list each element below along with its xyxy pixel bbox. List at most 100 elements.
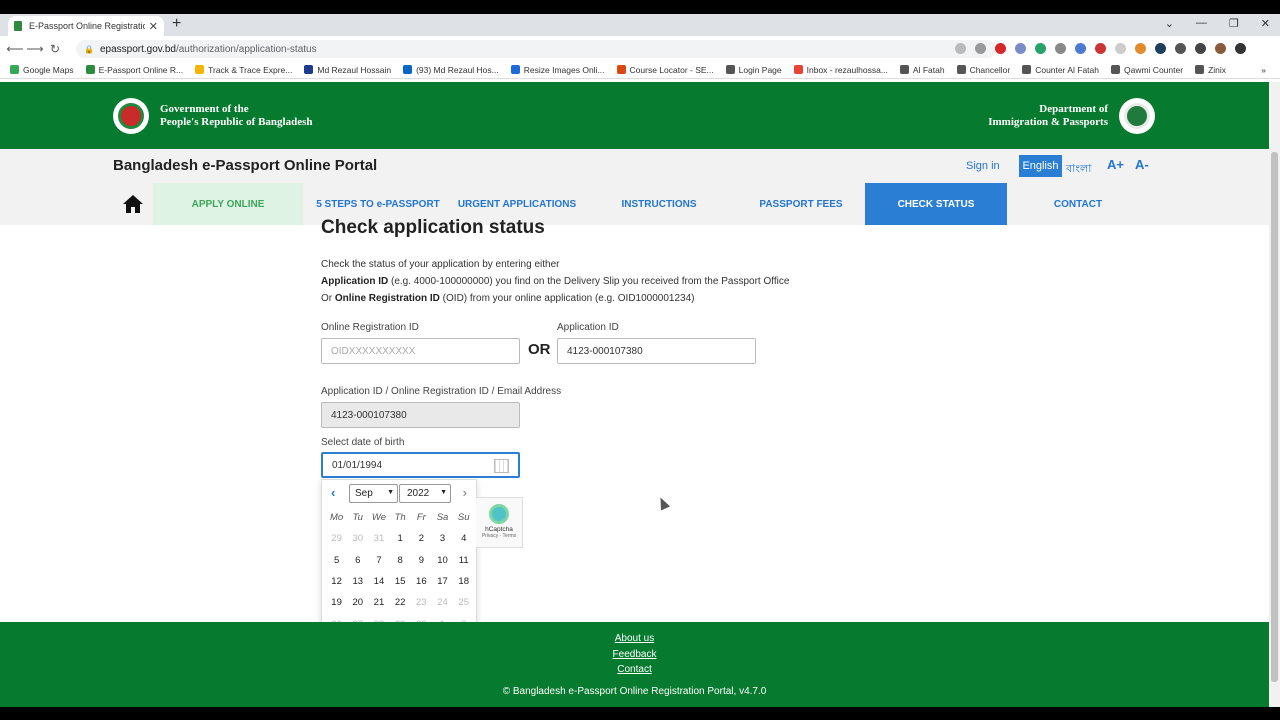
prev-month-icon[interactable]: ‹ [331,485,335,500]
chevron-down-icon: ▼ [387,489,394,496]
calendar-day[interactable]: 13 [347,571,368,592]
bookmark-item[interactable]: Course Locator - SE... [616,65,714,75]
close-window-icon[interactable]: ✕ [1261,17,1270,30]
bookmark-item[interactable]: Login Page [725,65,782,75]
calendar-day[interactable]: 6 [347,550,368,571]
bookmark-star-icon[interactable] [975,43,986,54]
footer-about-link[interactable]: About us [0,633,1269,644]
calendar-day[interactable]: 1 [390,528,411,549]
extensions-puzzle-icon[interactable] [1175,43,1186,54]
language-english-button[interactable]: English [1019,155,1062,177]
dob-input[interactable]: 01/01/1994 [321,452,520,478]
share-icon[interactable] [955,43,966,54]
application-id-label: Application ID [557,322,619,333]
next-month-icon[interactable]: › [463,485,467,500]
bookmark-item[interactable]: Counter Al Fatah [1022,65,1099,75]
site-favicon-icon [14,21,22,31]
sign-in-link[interactable]: Sign in [966,160,1000,172]
calendar-day[interactable]: 11 [453,550,474,571]
profile-avatar-icon[interactable] [1215,43,1226,54]
dob-value: 01/01/1994 [332,459,383,471]
calendar-day[interactable]: 5 [326,550,347,571]
menu-passport-fees[interactable]: PASSPORT FEES [737,183,865,225]
month-select[interactable]: Sep ▼ [349,484,398,503]
bookmark-item[interactable]: Google Maps [10,65,74,75]
extension-icon[interactable] [1015,43,1026,54]
menu-contact[interactable]: CONTACT [1007,183,1149,225]
bookmarks-more-icon[interactable]: » [1261,65,1266,75]
calendar-day[interactable]: 15 [390,571,411,592]
bookmark-item[interactable]: Al Fatah [899,65,945,75]
calendar-day[interactable]: 16 [411,571,432,592]
calendar-day: 30 [352,533,364,545]
govt-title: Government of the People's Republic of B… [160,103,313,128]
extension-metamask-icon[interactable] [1135,43,1146,54]
calendar-day[interactable]: 14 [368,571,389,592]
extension-opera-icon[interactable] [995,43,1006,54]
bookmark-favicon-icon [195,65,205,74]
calendar-day[interactable]: 10 [432,550,453,571]
year-select[interactable]: 2022 ▼ [399,484,451,503]
side-panel-icon[interactable] [1195,43,1206,54]
extension-translate-icon[interactable] [1075,43,1086,54]
calendar-day[interactable]: 22 [390,592,411,613]
calendar-day[interactable]: 2 [411,528,432,549]
font-decrease-button[interactable]: A- [1135,157,1149,172]
calendar-day[interactable]: 20 [347,592,368,613]
footer-feedback-link[interactable]: Feedback [0,649,1269,660]
bookmark-item[interactable]: (93) Md Rezaul Hos... [403,65,499,75]
bookmark-item[interactable]: Zinix [1195,65,1226,75]
calendar-day[interactable]: 21 [368,592,389,613]
extension-icon[interactable] [1155,43,1166,54]
calendar-icon[interactable] [494,459,509,473]
font-increase-button[interactable]: A+ [1107,157,1124,172]
combined-id-input: 4123-000107380 [321,402,520,428]
bookmark-item[interactable]: Resize Images Onli... [510,65,605,75]
extension-icon[interactable] [1115,43,1126,54]
footer-contact-link[interactable]: Contact [0,664,1269,675]
bookmark-item[interactable]: E-Passport Online R... [85,65,183,75]
browser-tab[interactable]: E-Passport Online Registration P... ✕ [8,16,164,36]
oid-input[interactable]: OIDXXXXXXXXXX [321,338,520,364]
menu-check-status[interactable]: CHECK STATUS [865,183,1007,225]
extension-icon[interactable] [1055,43,1066,54]
combined-id-label: Application ID / Online Registration ID … [321,386,562,397]
calendar-day[interactable]: 3 [432,528,453,549]
page-title: Check application status [321,217,545,238]
site-header: Government of the People's Republic of B… [0,82,1269,149]
calendar-day[interactable]: 19 [326,592,347,613]
calendar-day[interactable]: 7 [368,550,389,571]
bookmark-item[interactable]: Qawmi Counter [1111,65,1183,75]
maximize-icon[interactable]: ❐ [1229,17,1239,30]
application-id-input[interactable]: 4123-000107380 [557,338,756,364]
extension-icon[interactable] [1095,43,1106,54]
bookmarks-bar: Google Maps E-Passport Online R... Track &… [0,61,1280,79]
tab-search-icon[interactable]: ⌄ [1165,17,1174,30]
calendar-day[interactable]: 8 [390,550,411,571]
bookmark-item[interactable]: Track & Trace Expre... [195,65,292,75]
back-icon[interactable]: ⟵ [5,42,25,56]
reload-icon[interactable]: ↻ [45,42,65,56]
bookmark-item[interactable]: Inbox - rezaulhossa... [793,65,888,75]
calendar-day[interactable]: 18 [453,571,474,592]
menu-apply-online[interactable]: APPLY ONLINE [153,183,303,225]
minimize-icon[interactable]: — [1196,17,1207,30]
language-bangla-button[interactable]: বাংলা [1066,160,1091,179]
menu-instructions[interactable]: INSTRUCTIONS [581,183,737,225]
close-tab-icon[interactable]: ✕ [149,20,158,33]
calendar-day: 31 [373,533,385,545]
hcaptcha-widget[interactable]: hCaptcha Privacy - Terms [476,497,523,548]
calendar-day[interactable]: 9 [411,550,432,571]
calendar-day[interactable]: 17 [432,571,453,592]
bookmark-item[interactable]: Md Rezaul Hossain [304,65,391,75]
bookmark-item[interactable]: Chancellor [956,65,1010,75]
forward-icon[interactable]: ⟶ [25,42,45,56]
new-tab-button[interactable]: + [172,15,181,33]
calendar-day[interactable]: 4 [453,528,474,549]
browser-menu-icon[interactable] [1235,43,1246,54]
home-icon[interactable] [113,183,153,225]
url-field[interactable]: 🔒 epassport.gov.bd/authorization/applica… [76,40,996,58]
extension-grammarly-icon[interactable] [1035,43,1046,54]
calendar-day[interactable]: 12 [326,571,347,592]
page-scrollbar[interactable] [1269,82,1280,707]
